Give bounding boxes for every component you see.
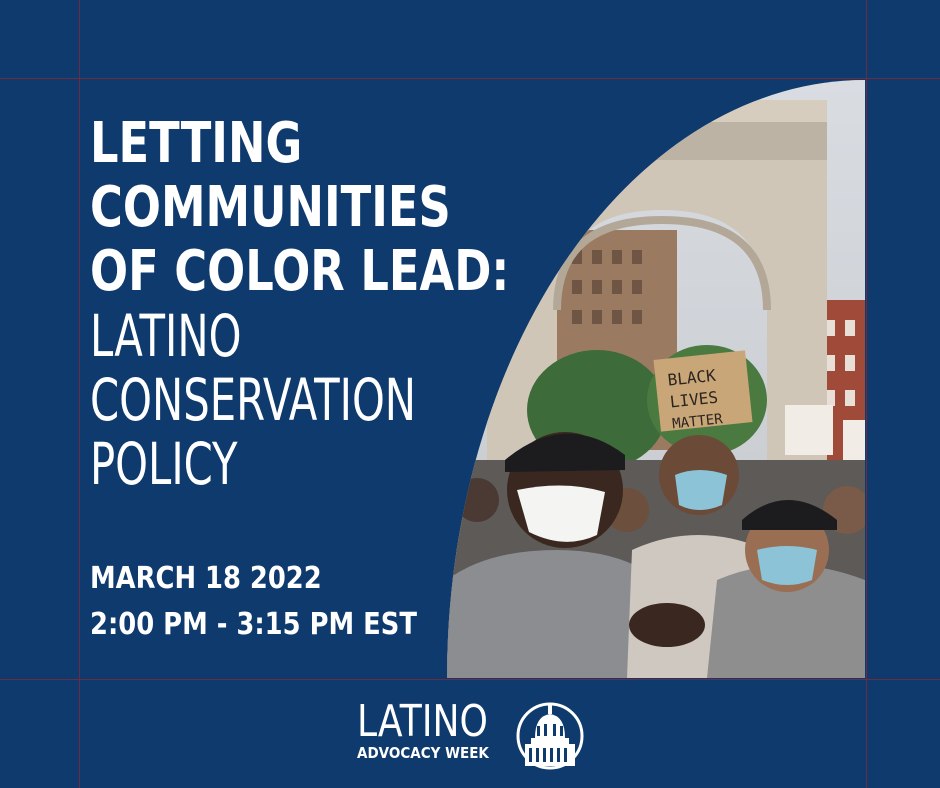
headline-line-6: POLICY [90,430,238,498]
event-details: MARCH 18 2022 2:00 PM - 3:15 PM EST [90,556,417,648]
headline-line-4: LATINO [90,302,242,370]
headline-line-1: LETTING [90,111,303,176]
guide-line-top [0,78,940,79]
capitol-dome-icon [516,702,584,770]
event-date: MARCH 18 2022 [90,561,322,596]
latino-advocacy-week-logo: LATINO ADVOCACY WEEK [355,698,595,778]
guide-line-left [79,0,80,788]
logo-subtitle: ADVOCACY WEEK [357,744,489,762]
headline: LETTING COMMUNITIES OF COLOR LEAD: LATIN… [90,111,540,498]
headline-line-3: OF COLOR LEAD: [90,239,510,304]
guide-line-right [866,0,867,788]
headline-line-2: COMMUNITIES [90,175,451,240]
event-time: 2:00 PM - 3:15 PM EST [90,607,417,642]
guide-line-bottom [0,679,940,680]
headline-line-5: CONSERVATION [90,366,417,434]
logo-word: LATINO [357,696,488,747]
